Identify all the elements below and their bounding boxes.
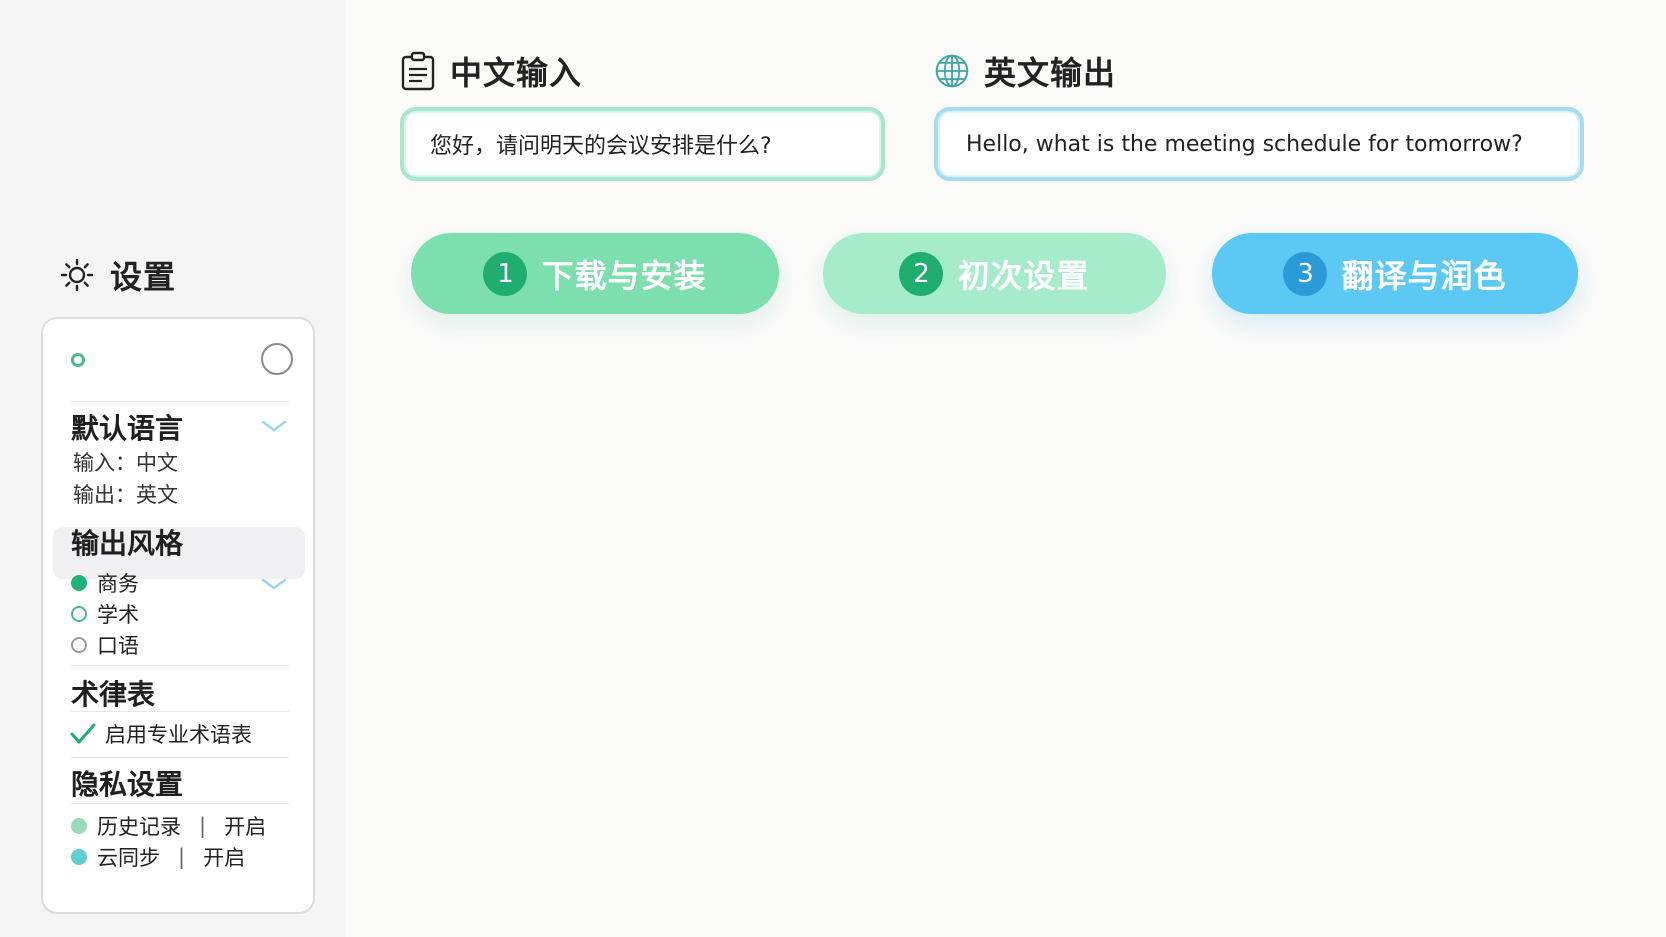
step-number-badge: 1 [483, 251, 528, 296]
input-header: 中文输入 [400, 48, 582, 94]
enable-glossary-checkbox[interactable]: 启用专业术语表 [69, 719, 252, 749]
toggle-circle[interactable] [261, 343, 293, 375]
privacy-cloud-sync-row[interactable]: 云同步 | 开启 [71, 842, 245, 872]
settings-sidebar: 设置 默认语言 输入：中文 输出：英文 输出风格 商务 学术 口语 术律表 启用… [0, 0, 345, 937]
radio-unselected-icon [71, 637, 87, 653]
radio-option-academic[interactable]: 学术 [71, 599, 139, 629]
chevron-down-icon[interactable] [261, 577, 287, 591]
settings-title: 设置 [110, 258, 177, 296]
step-number-badge: 2 [899, 251, 944, 296]
status-ring-icon [71, 353, 85, 367]
divider [71, 803, 289, 804]
glossary-title[interactable]: 术律表 [71, 673, 155, 713]
output-style-title[interactable]: 输出风格 [71, 522, 183, 562]
sun-settings-icon [60, 258, 94, 292]
step-label: 翻译与润色 [1341, 256, 1507, 295]
radio-option-business[interactable]: 商务 [71, 568, 139, 598]
default-input-language: 输入：中文 [73, 451, 178, 475]
output-title: 英文输出 [984, 54, 1117, 92]
divider [71, 757, 289, 758]
input-text: 您好，请问明天的会议安排是什么? [430, 134, 772, 159]
settings-card-top [43, 319, 313, 401]
settings-card: 默认语言 输入：中文 输出：英文 输出风格 商务 学术 口语 术律表 启用专业术… [41, 317, 315, 914]
output-text: Hello, what is the meeting schedule for … [966, 131, 1523, 157]
checkmark-icon [70, 723, 96, 744]
input-title: 中文输入 [450, 54, 583, 92]
divider [71, 711, 289, 712]
status-dot-icon [71, 818, 87, 834]
radio-option-colloquial[interactable]: 口语 [71, 630, 139, 660]
settings-header: 设置 [60, 252, 176, 298]
english-output-field[interactable]: Hello, what is the meeting schedule for … [934, 107, 1584, 181]
step-number-badge: 3 [1283, 251, 1328, 296]
chinese-input-field[interactable]: 您好，请问明天的会议安排是什么? [400, 107, 885, 181]
output-header: 英文输出 [934, 48, 1116, 94]
step-translate-polish-button[interactable]: 3 翻译与润色 [1212, 233, 1578, 314]
app-root: 设置 默认语言 输入：中文 输出：英文 输出风格 商务 学术 口语 术律表 启用… [0, 0, 1666, 937]
default-output-language: 输出：英文 [73, 483, 178, 507]
step-label: 下载与安装 [541, 256, 707, 295]
privacy-title[interactable]: 隐私设置 [71, 763, 183, 803]
divider [71, 401, 289, 402]
step-download-install-button[interactable]: 1 下载与安装 [411, 233, 779, 314]
default-language-title[interactable]: 默认语言 [71, 407, 183, 447]
divider [71, 665, 289, 666]
radio-unselected-icon [71, 606, 87, 622]
radio-selected-icon [71, 575, 87, 591]
step-label: 初次设置 [957, 256, 1090, 295]
privacy-history-row[interactable]: 历史记录 | 开启 [71, 811, 266, 841]
step-initial-setup-button[interactable]: 2 初次设置 [823, 233, 1166, 314]
clipboard-icon [401, 51, 435, 91]
globe-icon [935, 54, 969, 88]
chevron-down-icon[interactable] [261, 419, 287, 433]
status-dot-icon [71, 849, 87, 865]
